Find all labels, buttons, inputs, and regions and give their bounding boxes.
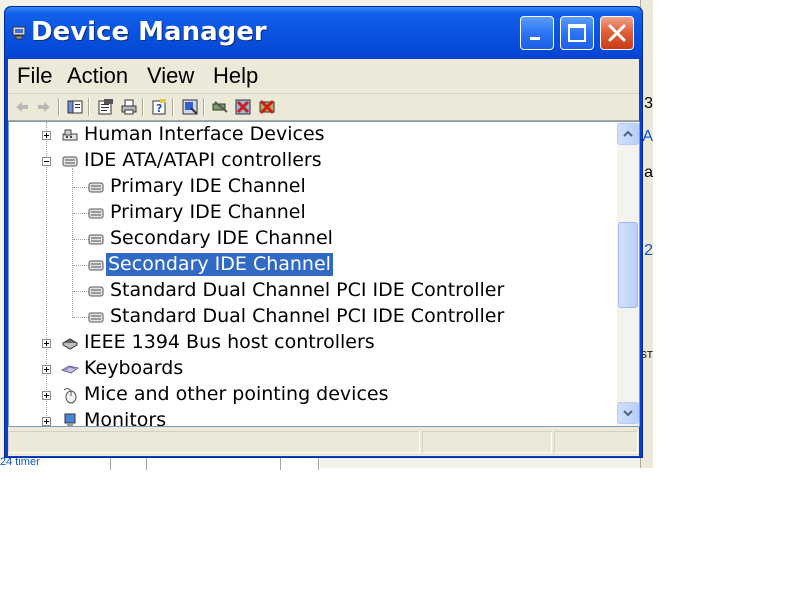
tree-node-label: Human Interface Devices	[84, 123, 325, 145]
device-tree[interactable]: Human Interface Devices IDE ATA/ATAPI co…	[8, 121, 640, 427]
minimize-button[interactable]	[520, 16, 554, 50]
disable-device-icon[interactable]	[258, 98, 276, 116]
status-bar	[8, 428, 639, 456]
tree-node-label: Standard Dual Channel PCI IDE Controller	[110, 279, 505, 301]
title-bar[interactable]: Device Manager	[5, 7, 642, 59]
scrollbar-thumb[interactable]	[618, 222, 638, 308]
tree-node-label: Primary IDE Channel	[110, 201, 306, 223]
tree-node-label: Keyboards	[84, 357, 184, 379]
mouse-icon	[61, 386, 79, 404]
ide-channel-icon	[87, 230, 105, 248]
menu-help[interactable]: Help	[213, 63, 258, 89]
collapse-minus-icon[interactable]	[42, 157, 51, 166]
expand-plus-icon[interactable]	[42, 339, 51, 348]
ide-controller-icon	[61, 152, 79, 170]
uninstall-icon[interactable]	[234, 98, 252, 116]
minimize-icon	[530, 37, 540, 40]
toolbar: ?	[8, 94, 639, 121]
background-window-bottom: 24 timer	[0, 456, 320, 470]
print-icon[interactable]	[120, 98, 138, 116]
keyboard-icon	[60, 360, 80, 378]
vertical-scrollbar[interactable]	[617, 122, 639, 426]
forward-arrow-icon[interactable]	[35, 98, 53, 116]
expand-plus-icon[interactable]	[42, 391, 51, 400]
background-column-divider	[110, 458, 111, 470]
tree-connector-line	[72, 168, 73, 318]
status-panel	[8, 431, 420, 453]
maximize-button[interactable]	[560, 16, 594, 50]
status-panel	[422, 431, 552, 453]
tree-node-label: Standard Dual Channel PCI IDE Controller	[110, 305, 505, 327]
tree-node-label: Monitors	[84, 409, 167, 427]
svg-text:?: ?	[156, 102, 162, 115]
menu-action[interactable]: Action	[67, 63, 128, 89]
background-column-divider	[318, 458, 319, 470]
toolbar-separator	[172, 98, 174, 116]
toolbar-separator	[203, 98, 205, 116]
tree-node-label: Primary IDE Channel	[110, 175, 306, 197]
toolbar-separator	[88, 98, 90, 116]
ide-channel-icon	[87, 204, 105, 222]
background-column-divider	[280, 458, 281, 470]
help-icon[interactable]: ?	[150, 98, 168, 116]
window-client-area: File Action View Help ? Human Interface …	[8, 59, 640, 456]
chevron-down-icon	[623, 410, 633, 417]
ide-channel-icon	[87, 178, 105, 196]
menu-file[interactable]: File	[17, 63, 52, 89]
scroll-up-button[interactable]	[617, 123, 639, 145]
back-arrow-icon[interactable]	[13, 98, 31, 116]
scroll-down-button[interactable]	[617, 402, 639, 424]
ide-channel-icon	[87, 282, 105, 300]
close-icon	[608, 24, 626, 42]
background-text-fragment: 3	[644, 95, 653, 112]
status-panel	[554, 431, 638, 453]
tree-node-label: Mice and other pointing devices	[84, 383, 389, 405]
background-text-fragment: A	[642, 128, 653, 145]
tree-node-label: Secondary IDE Channel	[110, 227, 333, 249]
update-driver-icon[interactable]	[181, 98, 199, 116]
tree-node-label: IEEE 1394 Bus host controllers	[84, 331, 375, 353]
tree-connector-line	[46, 122, 47, 422]
properties-icon[interactable]	[96, 98, 114, 116]
menu-bar: File Action View Help	[8, 59, 639, 94]
background-text-fragment: a	[644, 164, 653, 181]
computer-icon	[12, 25, 26, 40]
background-text-fragment: 2	[644, 242, 653, 259]
menu-view[interactable]: View	[147, 63, 194, 89]
close-button[interactable]	[600, 16, 634, 50]
ide-channel-icon	[87, 308, 105, 326]
scan-hardware-changes-icon[interactable]	[211, 98, 229, 116]
expand-plus-icon[interactable]	[42, 365, 51, 374]
ide-channel-icon	[87, 256, 105, 274]
monitor-icon	[61, 412, 79, 426]
expand-plus-icon[interactable]	[42, 131, 51, 140]
background-column-divider	[146, 458, 147, 470]
show-hide-console-tree-icon[interactable]	[66, 98, 84, 116]
maximize-icon	[568, 24, 586, 42]
chevron-up-icon	[623, 130, 633, 137]
ieee1394-icon	[61, 334, 79, 352]
window-title: Device Manager	[31, 17, 267, 47]
tree-node-label: IDE ATA/ATAPI controllers	[84, 149, 322, 171]
toolbar-separator	[58, 98, 60, 116]
expand-plus-icon[interactable]	[42, 417, 51, 426]
hid-icon	[61, 126, 79, 144]
tree-node-label-selected: Secondary IDE Channel	[106, 253, 333, 276]
toolbar-separator	[142, 98, 144, 116]
device-manager-window: Device Manager File Action View Help ? H…	[4, 6, 643, 458]
